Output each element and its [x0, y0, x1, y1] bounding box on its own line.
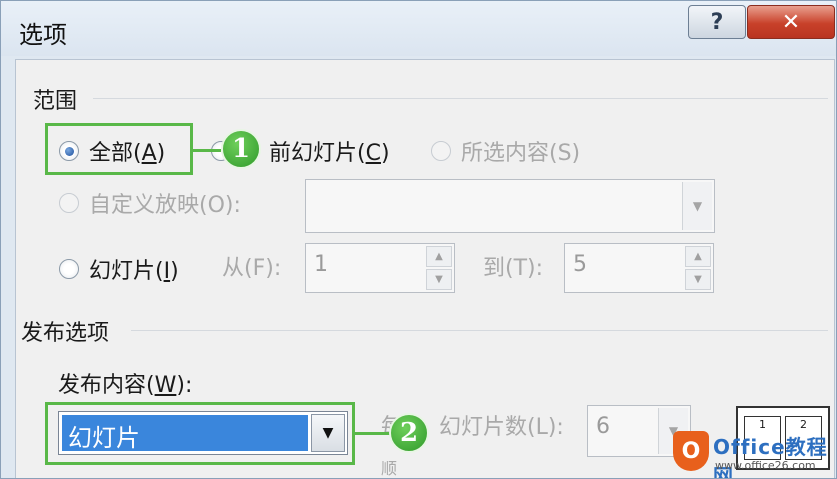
range-divider	[93, 98, 828, 99]
connector-2	[355, 432, 391, 435]
radio-selection-label: 所选内容(S)	[461, 141, 581, 166]
to-value: 5	[573, 252, 587, 277]
radio-slides-label: 幻灯片(I)	[89, 259, 179, 284]
publish-content-label: 发布内容(W):	[58, 373, 193, 398]
radio-custom-show[interactable]: 自定义放映(O):	[59, 187, 241, 219]
slides-per-page-value: 6	[596, 414, 610, 439]
highlight-box-1	[45, 123, 193, 175]
down-arrow-icon[interactable]: ▼	[685, 269, 711, 290]
publish-section-label: 发布选项	[21, 321, 110, 346]
title-bar: 选项 ? ✕	[1, 1, 836, 56]
from-stepper[interactable]: ▲ ▼	[426, 246, 452, 290]
options-dialog: 选项 ? ✕ 范围 全部(A) 前幻灯片(C) 所选内容(S) 自定义放映(O)…	[0, 0, 837, 479]
office-logo-icon: O	[673, 431, 709, 471]
from-label: 从(F):	[222, 256, 282, 281]
up-arrow-icon[interactable]: ▲	[426, 246, 452, 267]
close-button[interactable]: ✕	[747, 5, 835, 39]
close-icon: ✕	[781, 9, 801, 35]
to-stepper[interactable]: ▲ ▼	[685, 246, 711, 290]
chevron-down-icon: ▼	[682, 182, 712, 230]
dialog-title: 选项	[19, 21, 67, 49]
callout-badge-1: 1	[221, 129, 261, 169]
callout-badge-2: 2	[389, 413, 429, 453]
connector-1	[193, 149, 221, 152]
radio-selection-indicator[interactable]	[431, 141, 451, 161]
to-label: 到(T):	[483, 256, 544, 281]
radio-slides-indicator[interactable]	[59, 259, 79, 279]
from-input[interactable]: 1 ▲ ▼	[305, 243, 455, 293]
site-watermark: O Office教程网 www.office26.com	[673, 429, 836, 478]
radio-custom-label: 自定义放映(O):	[89, 193, 241, 218]
range-section-label: 范围	[33, 89, 78, 114]
help-icon: ?	[710, 9, 724, 35]
watermark-url: www.office26.com	[715, 459, 816, 472]
help-button[interactable]: ?	[688, 5, 746, 39]
custom-show-dropdown[interactable]: ▼	[305, 179, 715, 233]
from-value: 1	[314, 252, 328, 277]
order-label: 顺	[381, 459, 398, 478]
highlight-box-2	[45, 402, 355, 465]
down-arrow-icon[interactable]: ▼	[426, 269, 452, 290]
radio-selection[interactable]: 所选内容(S)	[431, 135, 580, 167]
to-input[interactable]: 5 ▲ ▼	[564, 243, 714, 293]
up-arrow-icon[interactable]: ▲	[685, 246, 711, 267]
radio-current-label: 前幻灯片(C)	[269, 141, 390, 166]
slides-per-page-label: 幻灯片数(L):	[439, 415, 564, 440]
publish-divider	[131, 330, 828, 331]
radio-slides[interactable]: 幻灯片(I)	[59, 253, 179, 285]
radio-custom-indicator[interactable]	[59, 193, 79, 213]
